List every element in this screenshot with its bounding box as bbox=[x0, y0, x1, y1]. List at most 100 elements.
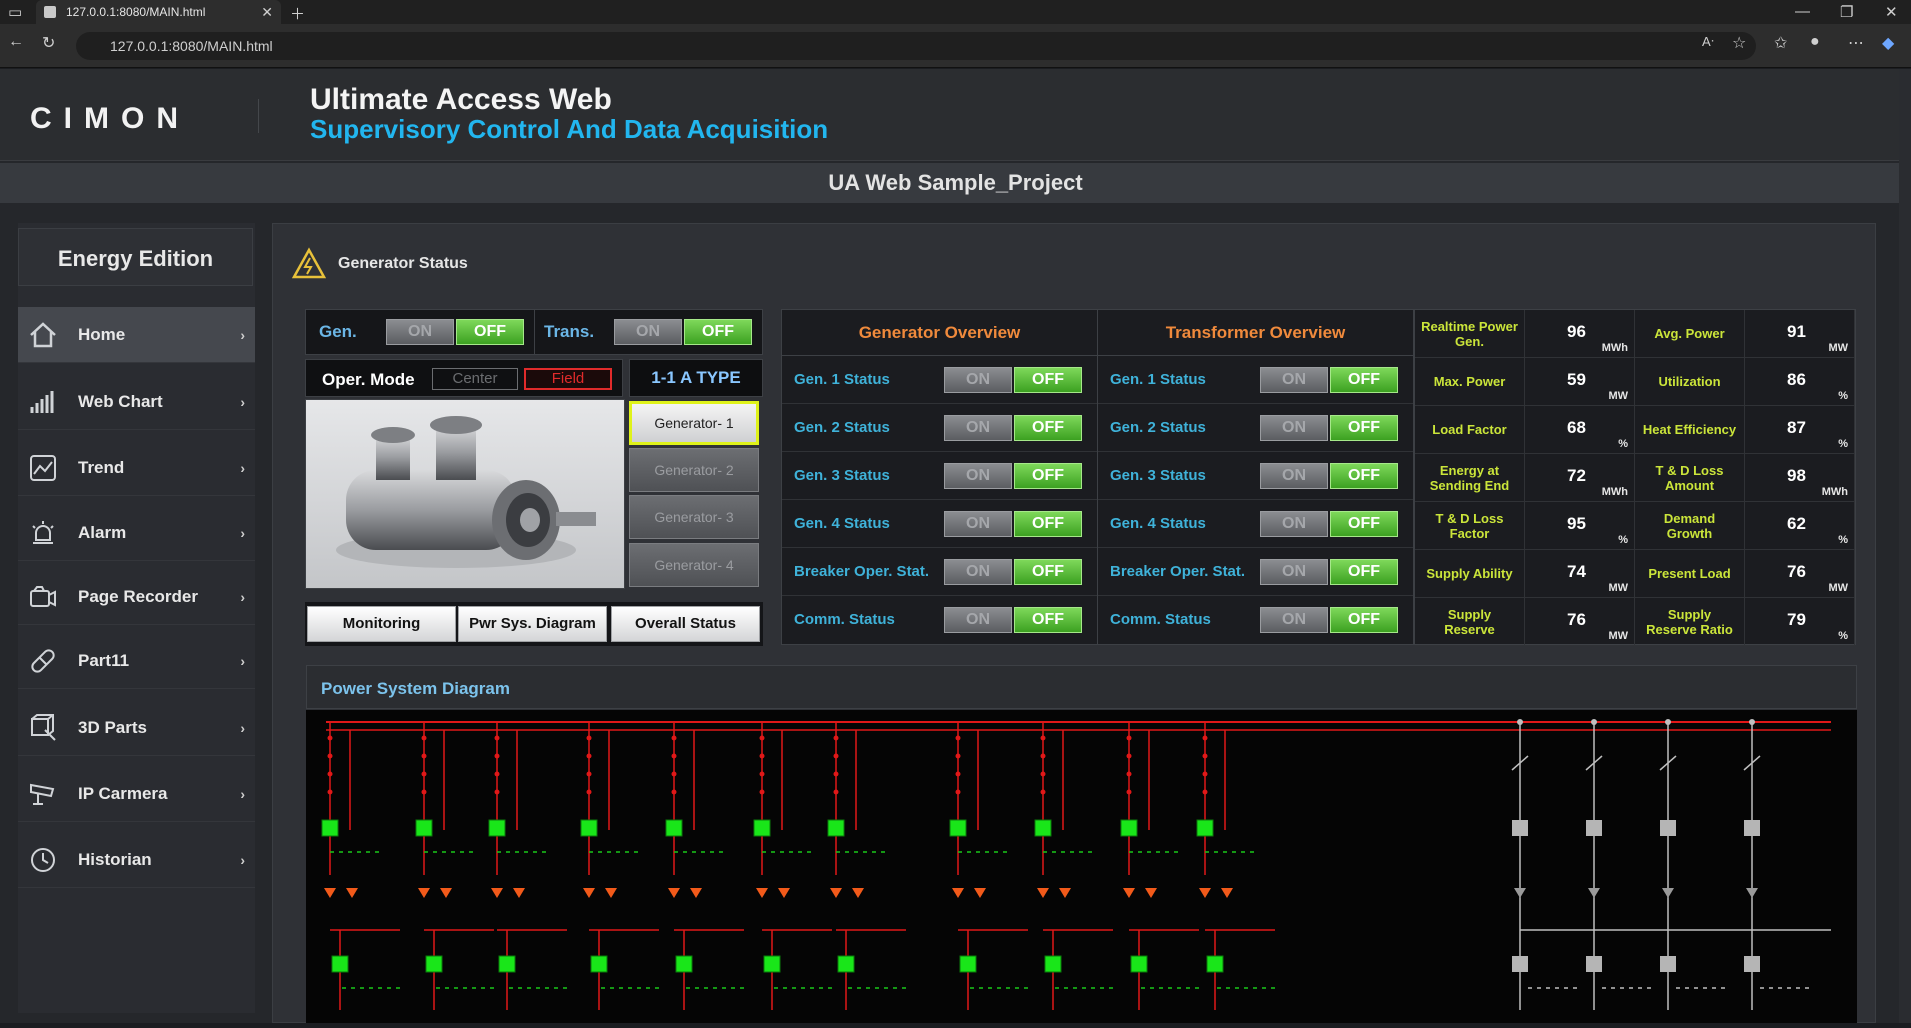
page-scrollbar[interactable] bbox=[1899, 69, 1911, 1023]
on-button[interactable]: ON bbox=[1260, 367, 1328, 393]
reload-icon[interactable]: ↻ bbox=[42, 33, 55, 53]
kpi-value-cell: 98 MWh bbox=[1745, 454, 1855, 502]
transformer-marker bbox=[852, 888, 864, 898]
sidebar-item-3d-parts[interactable]: 3D Parts › bbox=[18, 700, 255, 756]
table-row: Gen. 2 Status ON OFF bbox=[1098, 404, 1413, 452]
trans-off-button[interactable]: OFF bbox=[684, 319, 752, 345]
chevron-right-icon: › bbox=[240, 393, 245, 410]
gray-generator-node bbox=[1512, 956, 1528, 972]
on-button[interactable]: ON bbox=[944, 463, 1012, 489]
off-button[interactable]: OFF bbox=[1330, 559, 1398, 585]
sidebar-item-page-recorder[interactable]: Page Recorder › bbox=[18, 569, 255, 625]
minimize-icon[interactable]: — bbox=[1795, 3, 1810, 20]
generator-1-button[interactable]: Generator- 1 bbox=[629, 401, 759, 445]
breaker-node bbox=[955, 735, 961, 741]
sidebar-item-part11[interactable]: Part11 › bbox=[18, 633, 255, 689]
on-button[interactable]: ON bbox=[1260, 415, 1328, 441]
off-button[interactable]: OFF bbox=[1014, 415, 1082, 441]
cimon-logo: CIMON bbox=[30, 102, 190, 135]
on-button[interactable]: ON bbox=[944, 511, 1012, 537]
generator-overview: Generator Overview Gen. 1 Status ON OFF Ge… bbox=[781, 309, 1098, 645]
on-button[interactable]: ON bbox=[1260, 607, 1328, 633]
breaker-node bbox=[421, 771, 427, 777]
gen-on-button[interactable]: ON bbox=[386, 319, 454, 345]
on-button[interactable]: ON bbox=[944, 559, 1012, 585]
pwr-sys-diagram-button[interactable]: Pwr Sys. Diagram bbox=[458, 606, 607, 642]
sidebar-item-web-chart[interactable]: Web Chart › bbox=[18, 374, 255, 430]
table-row: Gen. 3 Status ON OFF bbox=[1098, 452, 1413, 500]
kpi-unit: % bbox=[1618, 438, 1628, 450]
sidebar-item-trend[interactable]: Trend › bbox=[18, 440, 255, 496]
back-icon[interactable]: ← bbox=[8, 33, 24, 51]
gray-transformer-marker bbox=[1514, 888, 1526, 898]
off-button[interactable]: OFF bbox=[1330, 367, 1398, 393]
mode-center-button[interactable]: Center bbox=[432, 368, 518, 390]
overall-status-button[interactable]: Overall Status bbox=[611, 606, 760, 642]
generator-3-button[interactable]: Generator- 3 bbox=[629, 495, 759, 539]
browser-tab[interactable]: 127.0.0.1:8080/MAIN.html ✕ bbox=[36, 0, 281, 24]
off-button[interactable]: OFF bbox=[1014, 511, 1082, 537]
on-button[interactable]: ON bbox=[1260, 511, 1328, 537]
kpi-label: Realtime Power Gen. bbox=[1415, 310, 1525, 358]
kpi-label: Heat Efficiency bbox=[1635, 406, 1745, 454]
kpi-value-cell: 59 MW bbox=[1525, 358, 1635, 406]
kpi-value: 76 bbox=[1787, 562, 1806, 581]
on-button[interactable]: ON bbox=[944, 415, 1012, 441]
mode-field-button[interactable]: Field bbox=[524, 368, 612, 390]
on-button[interactable]: ON bbox=[1260, 463, 1328, 489]
trans-on-button[interactable]: ON bbox=[614, 319, 682, 345]
breaker-node bbox=[1202, 753, 1208, 759]
breaker-node bbox=[759, 771, 765, 777]
on-button[interactable]: ON bbox=[944, 607, 1012, 633]
table-row: Gen. 2 Status ON OFF bbox=[782, 404, 1097, 452]
off-button[interactable]: OFF bbox=[1014, 367, 1082, 393]
gray-transformer-marker bbox=[1588, 888, 1600, 898]
table-row: Breaker Oper. Stat. ON OFF bbox=[782, 548, 1097, 596]
off-button[interactable]: OFF bbox=[1330, 415, 1398, 441]
address-bar[interactable]: 127.0.0.1:8080/MAIN.html bbox=[76, 32, 1756, 60]
breaker-node bbox=[759, 735, 765, 741]
sidebar-item-historian[interactable]: Historian › bbox=[18, 832, 255, 888]
on-button[interactable]: ON bbox=[1260, 559, 1328, 585]
table-row: Comm. Status ON OFF bbox=[1098, 596, 1413, 644]
off-button[interactable]: OFF bbox=[1330, 607, 1398, 633]
close-window-icon[interactable]: ✕ bbox=[1885, 3, 1898, 21]
gray-generator-node bbox=[1660, 956, 1676, 972]
off-button[interactable]: OFF bbox=[1014, 607, 1082, 633]
kpi-value: 62 bbox=[1787, 514, 1806, 533]
gray-node bbox=[1591, 719, 1597, 725]
restore-icon[interactable]: ❐ bbox=[1840, 3, 1853, 21]
off-button[interactable]: OFF bbox=[1014, 559, 1082, 585]
kpi-unit: MWh bbox=[1601, 486, 1628, 498]
profile-icon[interactable]: ● bbox=[1810, 33, 1820, 51]
breaker-node bbox=[759, 789, 765, 795]
transformer-marker bbox=[830, 888, 842, 898]
copilot-icon[interactable]: ◆ bbox=[1882, 33, 1894, 53]
off-button[interactable]: OFF bbox=[1330, 463, 1398, 489]
favorite-icon[interactable]: ☆ bbox=[1732, 33, 1746, 53]
kpi-label: Present Load bbox=[1635, 550, 1745, 598]
kpi-value: 68 bbox=[1567, 418, 1586, 437]
sidebar-item-ip-camera[interactable]: IP Carmera › bbox=[18, 766, 255, 822]
off-button[interactable]: OFF bbox=[1014, 463, 1082, 489]
gray-transformer-marker bbox=[1746, 888, 1758, 898]
kpi-value-cell: 68% bbox=[1525, 406, 1635, 454]
sidebar-item-home[interactable]: Home › bbox=[18, 307, 255, 363]
power-system-diagram bbox=[306, 710, 1857, 1023]
row-label: Breaker Oper. Stat. bbox=[1110, 563, 1246, 580]
gen-off-button[interactable]: OFF bbox=[456, 319, 524, 345]
read-aloud-icon[interactable]: Aᐧ bbox=[1702, 34, 1714, 50]
sidebar-item-alarm[interactable]: Alarm › bbox=[18, 505, 255, 561]
favorites-bar-icon[interactable]: ✩ bbox=[1774, 33, 1787, 53]
on-button[interactable]: ON bbox=[944, 367, 1012, 393]
generator-4-button[interactable]: Generator- 4 bbox=[629, 543, 759, 587]
monitoring-button[interactable]: Monitoring bbox=[307, 606, 456, 642]
close-tab-icon[interactable]: ✕ bbox=[261, 4, 273, 21]
new-tab-icon[interactable]: ＋ bbox=[290, 3, 305, 24]
chevron-right-icon: › bbox=[240, 524, 245, 541]
url-text: 127.0.0.1:8080/MAIN.html bbox=[110, 38, 273, 54]
window-menu-icon[interactable]: ▭ bbox=[8, 3, 22, 21]
more-icon[interactable]: ⋯ bbox=[1848, 33, 1864, 53]
off-button[interactable]: OFF bbox=[1330, 511, 1398, 537]
generator-2-button[interactable]: Generator- 2 bbox=[629, 448, 759, 492]
